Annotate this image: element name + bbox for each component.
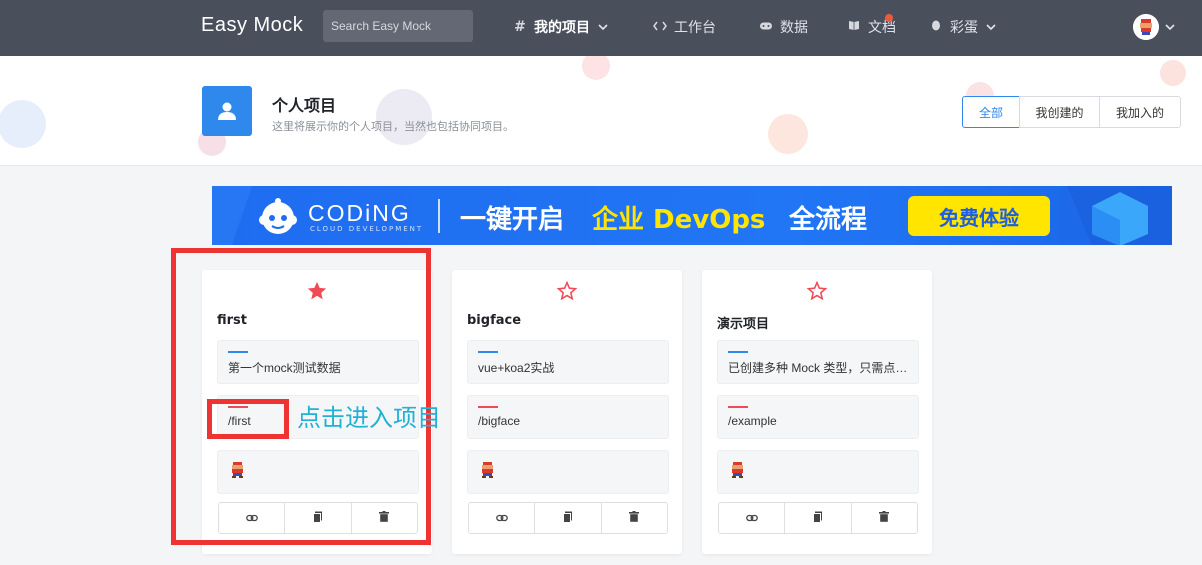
code-icon: [652, 19, 668, 35]
user-menu[interactable]: [1133, 14, 1175, 40]
chevron-down-icon: [1165, 22, 1175, 33]
search-input[interactable]: [323, 10, 473, 42]
project-description-text: vue+koa2实战: [478, 361, 555, 375]
project-members: [717, 450, 919, 494]
blue-accent-bar: [728, 351, 748, 353]
project-url[interactable]: /example: [717, 395, 919, 439]
decorative-bubble: [376, 89, 432, 145]
annotation-box-url: [207, 399, 289, 439]
project-description-text: 已创建多种 Mock 类型，只需点击此处查看: [728, 361, 910, 375]
nav-docs[interactable]: 文档: [846, 14, 896, 37]
delete-project-button[interactable]: [852, 503, 917, 533]
hash-icon: #: [514, 19, 526, 35]
banner-brand-sub: CLOUD DEVELOPMENT: [310, 225, 424, 233]
annotation-text: 点击进入项目: [297, 404, 441, 432]
chevron-down-icon: [598, 22, 608, 33]
filter-joined-button[interactable]: 我加入的: [1099, 96, 1181, 128]
book-icon: [846, 19, 862, 35]
nav-data-label: 数据: [780, 20, 808, 36]
banner-divider: [438, 199, 440, 233]
banner-headline-3: 全流程: [789, 205, 868, 235]
red-accent-bar: [728, 406, 748, 408]
red-accent-bar: [478, 406, 498, 408]
decorative-bubble: [0, 100, 46, 148]
user-projects-icon: [202, 86, 252, 136]
page-header: 个人项目 这里将展示你的个人项目，当然也包括协同项目。 全部 我创建的 我加入的: [0, 56, 1202, 166]
annotation-box-card: [171, 248, 431, 545]
delete-project-button[interactable]: [602, 503, 667, 533]
coding-mascot-icon: [259, 198, 297, 234]
blue-accent-bar: [478, 351, 498, 353]
link-icon: [495, 511, 508, 525]
page-subtitle: 这里将展示你的个人项目，当然也包括协同项目。: [272, 120, 514, 133]
nav-my-projects[interactable]: # 我的项目: [512, 17, 608, 37]
page-title: 个人项目: [272, 96, 337, 115]
star-outline-icon[interactable]: [452, 280, 682, 308]
chevron-down-icon: [986, 22, 996, 33]
nav-easter-egg[interactable]: 彩蛋: [928, 17, 996, 37]
member-avatar: [729, 461, 747, 483]
decorative-bubble: [582, 56, 610, 80]
project-actions: [468, 502, 668, 534]
star-outline-icon[interactable]: [702, 280, 932, 308]
clone-project-button[interactable]: [785, 503, 852, 533]
nav-my-projects-label: 我的项目: [534, 20, 590, 36]
copy-icon: [812, 511, 823, 526]
nav-workbench[interactable]: 工作台: [652, 17, 716, 37]
project-name[interactable]: 演示项目: [717, 313, 769, 332]
project-url-text[interactable]: /bigface: [478, 414, 660, 428]
ad-banner[interactable]: CODiNG CLOUD DEVELOPMENT 一键开启 企业 DevOps …: [212, 186, 1172, 245]
copy-link-button[interactable]: [469, 503, 536, 533]
project-name[interactable]: bigface: [467, 313, 521, 328]
project-card[interactable]: bigface vue+koa2实战 /bigface: [452, 270, 682, 554]
banner-brand: CODiNG: [308, 200, 411, 226]
project-description: vue+koa2实战: [467, 340, 669, 384]
copy-icon: [562, 511, 573, 526]
member-avatar: [479, 461, 497, 483]
nav-data[interactable]: 数据: [758, 17, 808, 37]
copy-link-button[interactable]: [719, 503, 786, 533]
project-actions: [718, 502, 918, 534]
top-nav: Easy Mock # 我的项目 工作台 数据 文档 彩蛋: [0, 0, 1202, 56]
trash-icon: [879, 511, 890, 525]
project-url[interactable]: /bigface: [467, 395, 669, 439]
trash-icon: [629, 511, 640, 525]
banner-headline-1: 一键开启: [460, 205, 565, 235]
filter-created-button[interactable]: 我创建的: [1019, 96, 1100, 128]
project-description: 已创建多种 Mock 类型，只需点击此处查看: [717, 340, 919, 384]
project-members: [467, 450, 669, 494]
gamepad-icon: [758, 19, 774, 35]
link-icon: [745, 511, 758, 525]
nav-workbench-label: 工作台: [674, 20, 716, 36]
clone-project-button[interactable]: [535, 503, 602, 533]
banner-headline-2: 企业 DevOps: [592, 205, 766, 235]
decorative-bubble: [768, 114, 808, 154]
project-url-text[interactable]: /example: [728, 414, 910, 428]
banner-cta-button[interactable]: 免费体验: [908, 196, 1050, 236]
nav-easter-egg-label: 彩蛋: [950, 20, 978, 36]
app-logo[interactable]: Easy Mock: [201, 14, 303, 37]
egg-icon: [928, 19, 944, 35]
decorative-bubble: [1160, 60, 1186, 86]
project-card[interactable]: 演示项目 已创建多种 Mock 类型，只需点击此处查看 /example: [702, 270, 932, 554]
filter-all-button[interactable]: 全部: [962, 96, 1020, 128]
avatar: [1133, 14, 1159, 40]
notification-dot: [885, 14, 893, 22]
